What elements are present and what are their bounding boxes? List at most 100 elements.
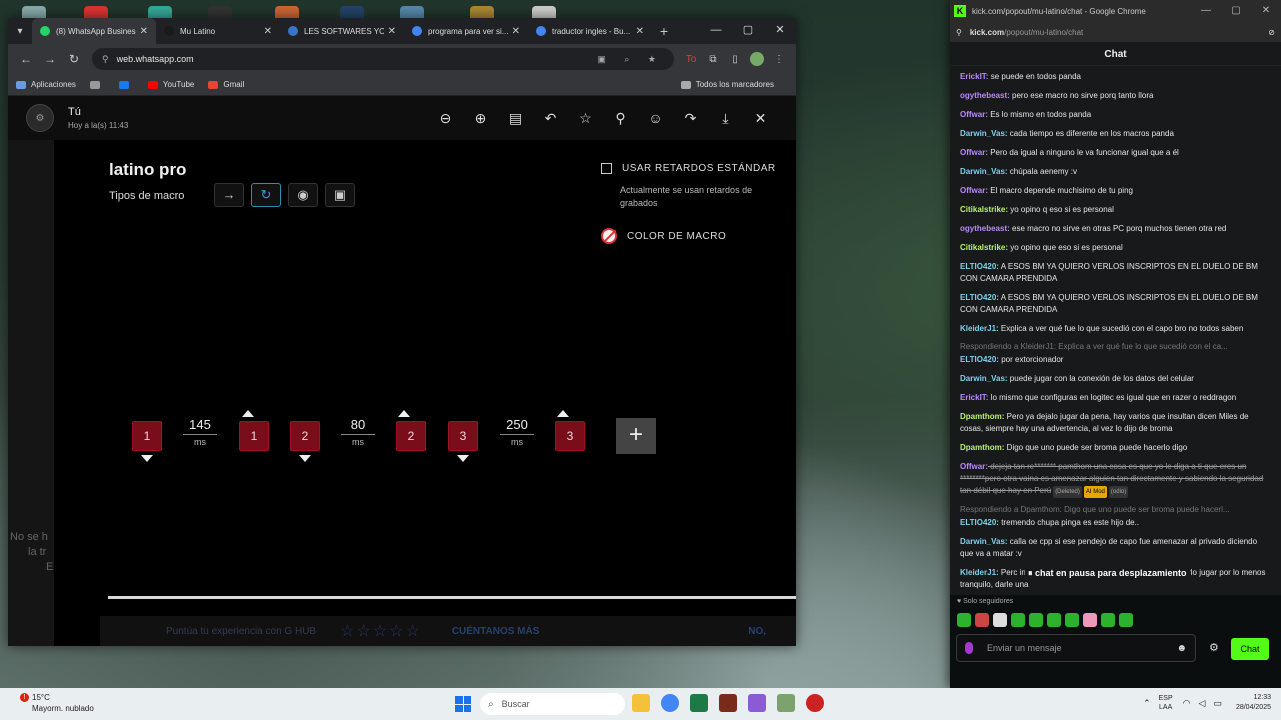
minimize-icon[interactable]: — bbox=[1191, 0, 1221, 22]
reply-context[interactable]: Respondiendo a KleiderJ1: Explica a ver … bbox=[960, 342, 1271, 351]
file-explorer-icon[interactable] bbox=[632, 694, 650, 712]
extension-icon[interactable]: To bbox=[680, 54, 702, 65]
bookmark-gmail[interactable]: Gmail bbox=[208, 80, 244, 89]
battery-icon[interactable]: ▭ bbox=[1213, 698, 1222, 709]
chevron-up-icon[interactable]: ⌃ bbox=[1143, 698, 1151, 709]
chat-message[interactable]: Dpamthom: Pero ya dejalo jugar da pena, … bbox=[960, 411, 1271, 435]
chat-message[interactable]: ErickIT: lo mismo que configuras en logi… bbox=[960, 392, 1271, 404]
site-settings-icon[interactable]: ⚲ bbox=[956, 28, 962, 37]
chat-username[interactable]: Citikalstrike: bbox=[960, 205, 1008, 214]
all-bookmarks[interactable]: Todos los marcadores bbox=[680, 80, 774, 89]
chat-username[interactable]: ErickIT: bbox=[960, 393, 988, 402]
chat-username[interactable]: KleiderJ1: bbox=[960, 324, 999, 333]
chat-messages[interactable]: ErickIT: se puede en todos panda ogythebe… bbox=[950, 66, 1281, 595]
chat-username[interactable]: Offwar: bbox=[960, 186, 988, 195]
copilot-icon[interactable] bbox=[748, 694, 766, 712]
chat-username[interactable]: ELTIO420: bbox=[960, 293, 999, 302]
download-icon[interactable]: ⤓ bbox=[708, 110, 743, 127]
profile-avatar[interactable] bbox=[750, 52, 764, 66]
tab-search-icon[interactable]: ▾ bbox=[8, 26, 32, 37]
chat-username[interactable]: Darwin_Vas: bbox=[960, 537, 1008, 546]
new-tab-button[interactable]: + bbox=[652, 23, 676, 39]
chat-message[interactable]: Offwar: dejeja tan re******* pamthom una… bbox=[960, 461, 1271, 498]
chat-username[interactable]: Darwin_Vas: bbox=[960, 374, 1008, 383]
tab-traductor[interactable]: traductor ingles - Bu... ✕ bbox=[528, 18, 652, 44]
tab-programa[interactable]: programa para ver si... ✕ bbox=[404, 18, 528, 44]
taskbar-search[interactable]: ⌕ Buscar bbox=[480, 693, 625, 715]
close-window-icon[interactable]: ✕ bbox=[1251, 0, 1281, 22]
chat-username[interactable]: Offwar: bbox=[960, 110, 988, 119]
chat-message[interactable]: ELTIO420: tremendo chupa pinga es este h… bbox=[960, 517, 1271, 529]
zoom-in-icon[interactable]: ⊕ bbox=[463, 110, 498, 127]
chat-message[interactable]: Offwar: Pero da igual a ninguno le va fu… bbox=[960, 147, 1271, 159]
address-bar[interactable]: ⚲ web.whatsapp.com ▣ ⌕ ★ bbox=[92, 48, 674, 70]
emote-icon[interactable] bbox=[1119, 613, 1133, 627]
chat-message[interactable]: Offwar: Es lo mismo en todos panda bbox=[960, 109, 1271, 121]
chat-username[interactable]: Darwin_Vas: bbox=[960, 167, 1008, 176]
clock[interactable]: 12:33 28/04/2025 bbox=[1236, 693, 1271, 713]
notepad-icon[interactable] bbox=[777, 694, 795, 712]
zoom-out-icon[interactable]: ⊖ bbox=[428, 110, 463, 127]
minimize-icon[interactable]: — bbox=[700, 18, 732, 44]
excel-icon[interactable] bbox=[690, 694, 708, 712]
reply-context[interactable]: Respondiendo a Dpamthom: Digo que uno pu… bbox=[960, 505, 1271, 514]
close-tab-icon[interactable]: ✕ bbox=[388, 26, 396, 37]
chat-message[interactable]: ErickIT: se puede en todos panda bbox=[960, 71, 1271, 83]
bookmark-facebook[interactable] bbox=[118, 80, 134, 89]
game-app-icon[interactable] bbox=[719, 694, 737, 712]
tab-mu-latino[interactable]: Mu Latino ✕ bbox=[156, 18, 280, 44]
chat-settings-gear-icon[interactable]: ⚙ bbox=[1209, 641, 1219, 654]
bookmark-apps[interactable]: Aplicaciones bbox=[16, 80, 76, 89]
chat-message[interactable]: ogythebeast: pero ese macro no sirve por… bbox=[960, 90, 1271, 102]
side-panel-icon[interactable]: ▯ bbox=[724, 54, 746, 65]
chat-paused-banner[interactable]: ⏸ chat en pausa para desplazamiento bbox=[1025, 568, 1190, 579]
app-icon[interactable] bbox=[806, 694, 824, 712]
chat-message[interactable]: Darwin_Vas: cada tiempo es diferente en … bbox=[960, 128, 1271, 140]
eye-off-icon[interactable]: ⊘ bbox=[1268, 28, 1275, 37]
tab-whatsapp[interactable]: (8) WhatsApp Business ✕ bbox=[32, 18, 156, 44]
close-tab-icon[interactable]: ✕ bbox=[512, 26, 520, 37]
chat-username[interactable]: Dpamthom: bbox=[960, 412, 1004, 421]
chat-message[interactable]: Citikalstrike: yo opino que eso si es pe… bbox=[960, 242, 1271, 254]
emote-icon[interactable] bbox=[1065, 613, 1079, 627]
chat-message[interactable]: Darwin_Vas: puede jugar con la conexión … bbox=[960, 373, 1271, 385]
chat-message[interactable]: Offwar: El macro depende muchisimo de tu… bbox=[960, 185, 1271, 197]
microphone-icon[interactable] bbox=[965, 642, 973, 654]
site-info-icon[interactable]: ⚲ bbox=[102, 54, 109, 65]
chat-message[interactable]: ELTIO420: A ESOS BM YA QUIERO VERLOS INS… bbox=[960, 261, 1271, 285]
volume-icon[interactable]: ◁ bbox=[1199, 698, 1206, 709]
windows-start-icon[interactable] bbox=[455, 696, 471, 712]
sender-avatar[interactable]: ⚙ bbox=[26, 104, 54, 132]
emoji-react-icon[interactable]: ☺ bbox=[638, 110, 673, 127]
reload-icon[interactable]: ↻ bbox=[62, 52, 86, 66]
close-viewer-icon[interactable]: ✕ bbox=[743, 110, 778, 127]
close-window-icon[interactable]: ✕ bbox=[764, 18, 796, 44]
emoji-picker-icon[interactable]: ☻ bbox=[1176, 643, 1187, 654]
wifi-icon[interactable]: ◠ bbox=[1183, 698, 1191, 709]
chat-username[interactable]: ELTIO420: bbox=[960, 355, 999, 364]
emote-icon[interactable] bbox=[1083, 613, 1097, 627]
emote-icon[interactable] bbox=[1101, 613, 1115, 627]
menu-kebab-icon[interactable]: ⋮ bbox=[768, 54, 790, 65]
chat-username[interactable]: ErickIT: bbox=[960, 72, 988, 81]
chrome-icon[interactable] bbox=[661, 694, 679, 712]
star-icon[interactable]: ☆ bbox=[568, 110, 603, 127]
emote-icon[interactable] bbox=[957, 613, 971, 627]
chat-message[interactable]: ELTIO420: por extorcionador bbox=[960, 354, 1271, 366]
tab-softwares[interactable]: LES SOFTWARES YOUR... ✕ bbox=[280, 18, 404, 44]
maximize-icon[interactable]: ▢ bbox=[732, 18, 764, 44]
chat-message-input[interactable]: Enviar un mensaje ☻ bbox=[956, 634, 1196, 662]
emote-icon[interactable] bbox=[975, 613, 989, 627]
chat-username[interactable]: ogythebeast: bbox=[960, 91, 1010, 100]
maximize-icon[interactable]: ▢ bbox=[1221, 0, 1251, 22]
chat-message[interactable]: KleiderJ1: Explica a ver qué fue lo que … bbox=[960, 323, 1271, 335]
close-tab-icon[interactable]: ✕ bbox=[140, 26, 148, 37]
emote-icon[interactable] bbox=[1029, 613, 1043, 627]
bookmark-youtube[interactable]: YouTube bbox=[147, 80, 194, 89]
chat-message[interactable]: ogythebeast: ese macro no sirve en otras… bbox=[960, 223, 1271, 235]
chat-username[interactable]: Darwin_Vas: bbox=[960, 129, 1008, 138]
chat-username[interactable]: ogythebeast: bbox=[960, 224, 1010, 233]
bookmark-grid[interactable] bbox=[89, 80, 105, 89]
chat-username[interactable]: ELTIO420: bbox=[960, 262, 999, 271]
chat-message[interactable]: Dpamthom: Digo que uno puede ser broma p… bbox=[960, 442, 1271, 454]
